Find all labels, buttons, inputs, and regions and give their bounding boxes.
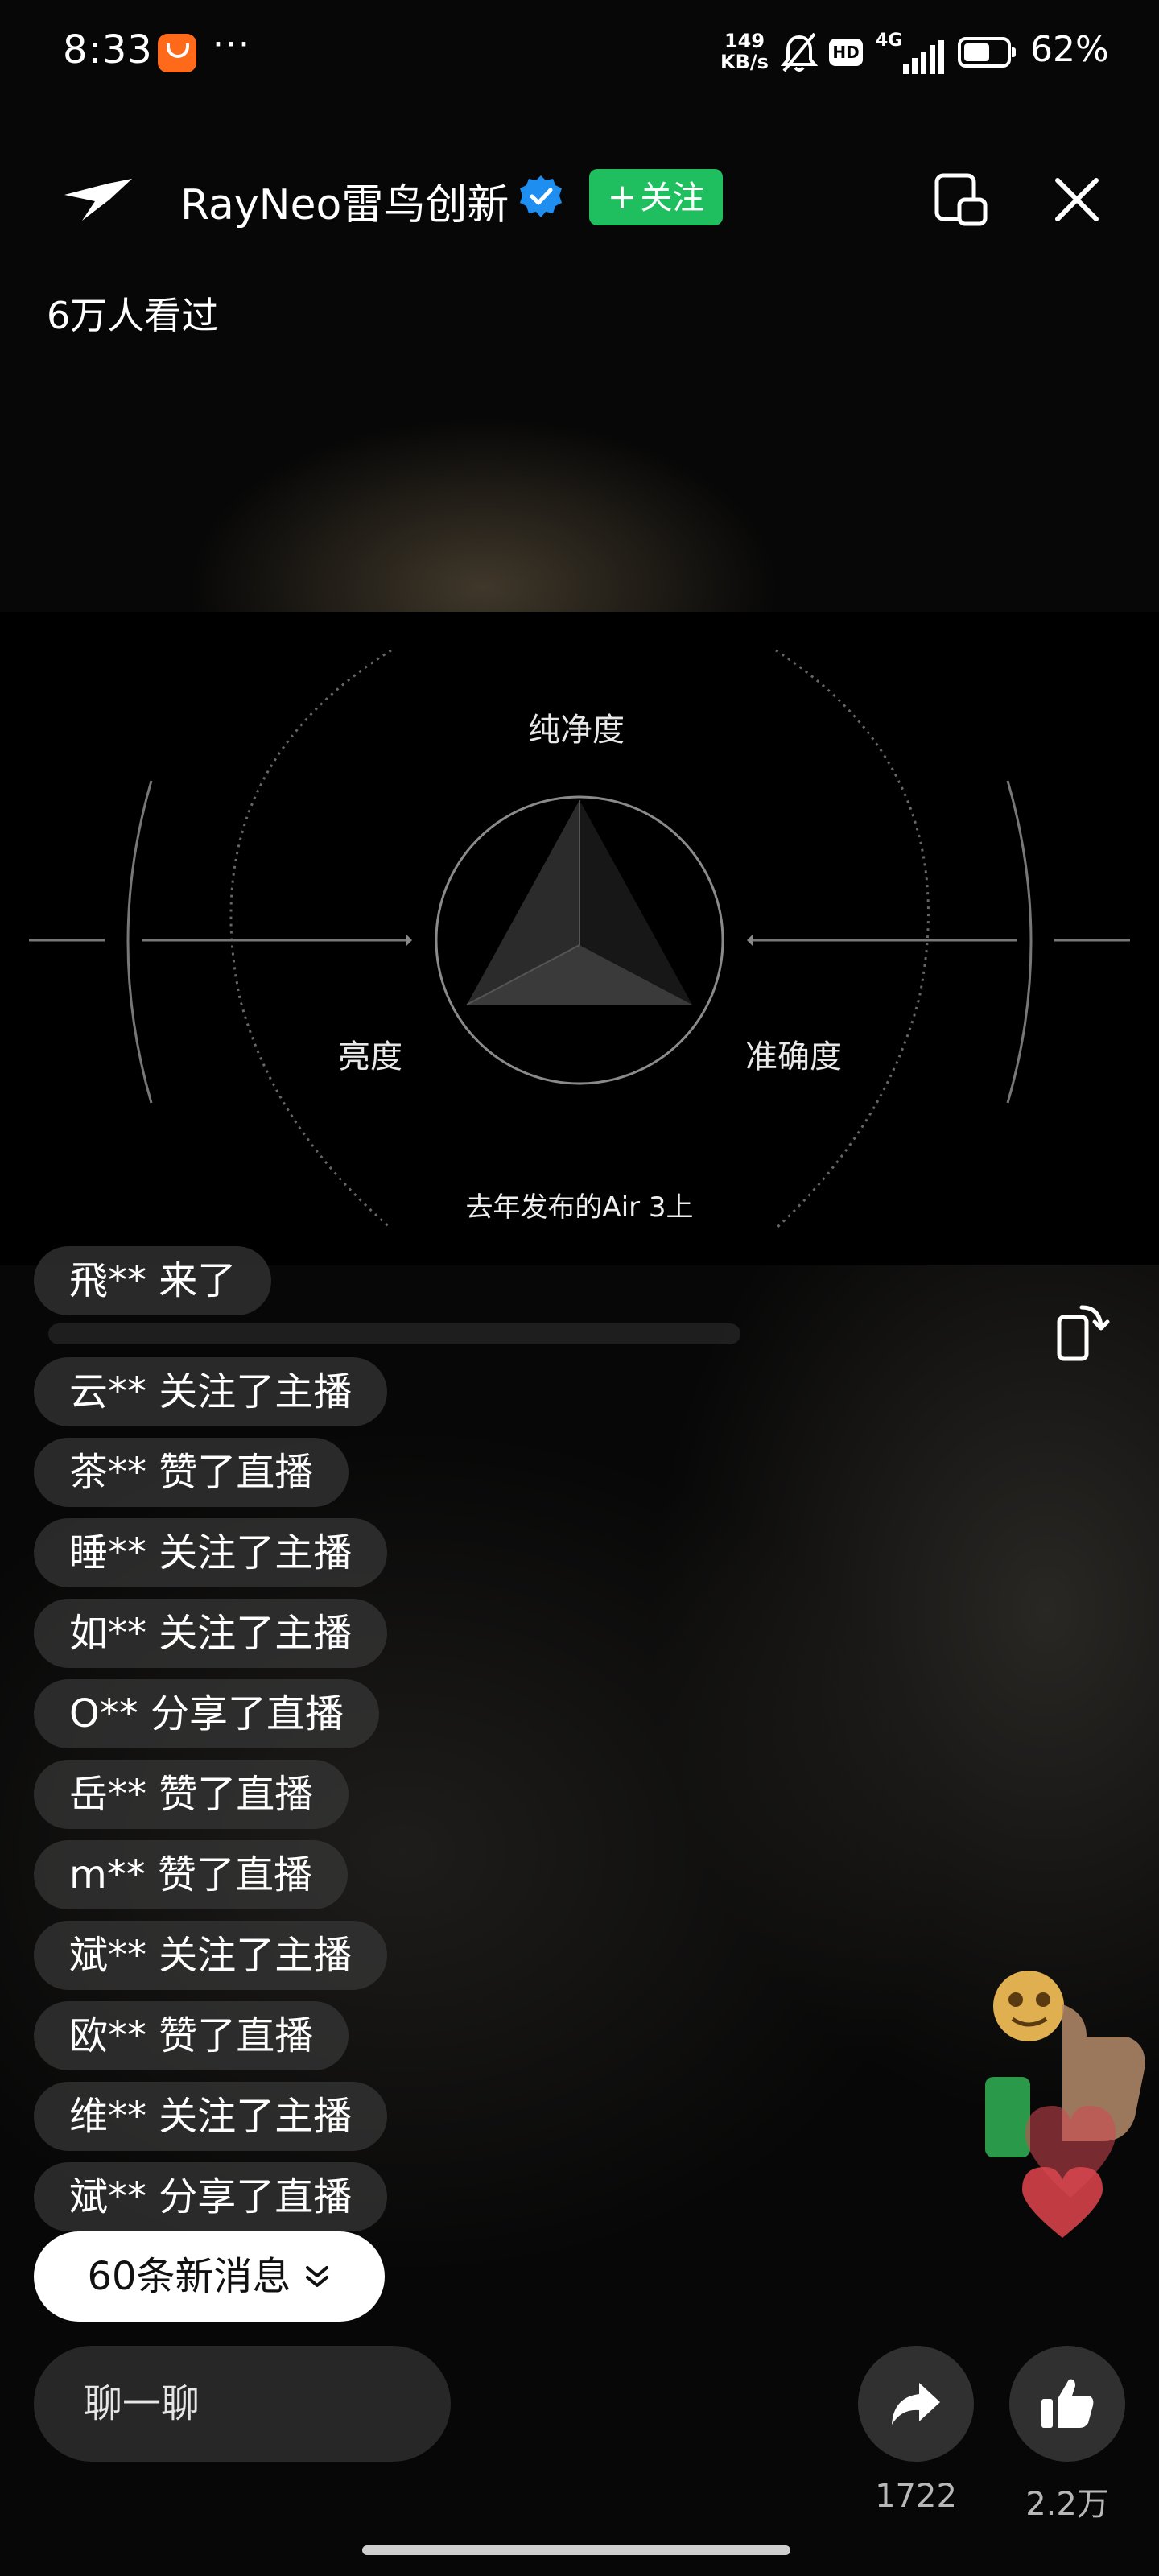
rotate-screen-icon[interactable] (1046, 1299, 1114, 1367)
home-indicator[interactable] (362, 2545, 790, 2555)
chevron-down-icon (305, 2266, 328, 2287)
network-type: 4G (876, 31, 903, 51)
battery-icon (958, 37, 1016, 68)
net-speed-value: 149 (724, 30, 765, 52)
battery-text: 62% (1030, 29, 1109, 70)
chat-message: m** 赞了直播 (34, 1840, 349, 1909)
follow-button[interactable]: + 关注 (589, 169, 723, 225)
live-stream-screen: 8:33 ··· 149 KB/s HD 4G 62% RayNeo雷鸟创新 +… (0, 0, 1159, 2576)
channel-name[interactable]: RayNeo雷鸟创新 (180, 171, 509, 231)
video-caption: 去年发布的Air 3上 (465, 1191, 694, 1224)
verified-icon (520, 175, 562, 217)
new-messages-button[interactable]: 60条新消息 (34, 2231, 385, 2322)
chat-message: 斌** 关注了主播 (34, 1921, 388, 1990)
left-outer-arc (126, 780, 153, 1104)
share-count: 1722 (875, 2478, 957, 2515)
chat-message: 维** 关注了主播 (34, 2082, 388, 2151)
floating-reactions (985, 1971, 1145, 2238)
like-count: 2.2万 (1025, 2486, 1109, 2523)
chat-message: O** 分享了直播 (34, 1679, 380, 1748)
plus-icon: + (607, 176, 637, 217)
chat-message: 飛** 来了 (34, 1246, 272, 1315)
chat-message: 斌** 分享了直播 (34, 2162, 388, 2231)
status-time: 8:33 (63, 27, 153, 72)
net-speed-unit: KB/s (720, 51, 769, 73)
emoji-face (993, 1971, 1064, 2041)
share-icon (892, 2383, 940, 2425)
like-button[interactable] (1009, 2346, 1125, 2462)
label-brightness: 亮度 (338, 1038, 402, 1075)
mini-window-icon[interactable] (932, 171, 990, 229)
more-dots-icon: ··· (212, 24, 251, 65)
video-frame[interactable]: 纯净度 亮度 准确度 去年发布的Air 3上 (0, 612, 1159, 1265)
follow-label: 关注 (640, 180, 705, 217)
live-header: RayNeo雷鸟创新 + 关注 (0, 153, 1159, 242)
chat-message: 如** 关注了主播 (34, 1599, 388, 1668)
label-purity: 纯净度 (528, 712, 625, 749)
new-messages-label: 60条新消息 (87, 2254, 291, 2299)
chat-message: 欧** 赞了直播 (34, 2001, 349, 2070)
net-speed: 149 KB/s (716, 31, 773, 72)
share-button[interactable] (858, 2346, 974, 2462)
status-bar: 8:33 ··· 149 KB/s HD 4G 62% (0, 0, 1159, 105)
chat-message: 茶** 赞了直播 (34, 1438, 349, 1507)
mute-bell-icon (780, 32, 819, 72)
logo-icon[interactable] (61, 177, 135, 222)
chat-message: 睡** 关注了主播 (34, 1518, 388, 1587)
battery-fill (964, 43, 989, 61)
chat-input[interactable]: 聊一聊 (34, 2346, 451, 2462)
chat-message: 云** 关注了主播 (34, 1357, 388, 1426)
right-outer-arc (1006, 780, 1033, 1104)
thumbs-up-icon (1041, 2379, 1094, 2428)
label-accuracy: 准确度 (745, 1038, 842, 1075)
signal-icon (903, 40, 944, 74)
chat-message: 岳** 赞了直播 (34, 1760, 349, 1829)
faded-message (48, 1323, 740, 1344)
hd-icon: HD (829, 39, 863, 66)
viewer-count: 6万人看过 (47, 294, 219, 337)
close-icon[interactable] (1051, 174, 1103, 225)
app-icon (158, 34, 196, 72)
green-sticker (985, 2077, 1030, 2157)
